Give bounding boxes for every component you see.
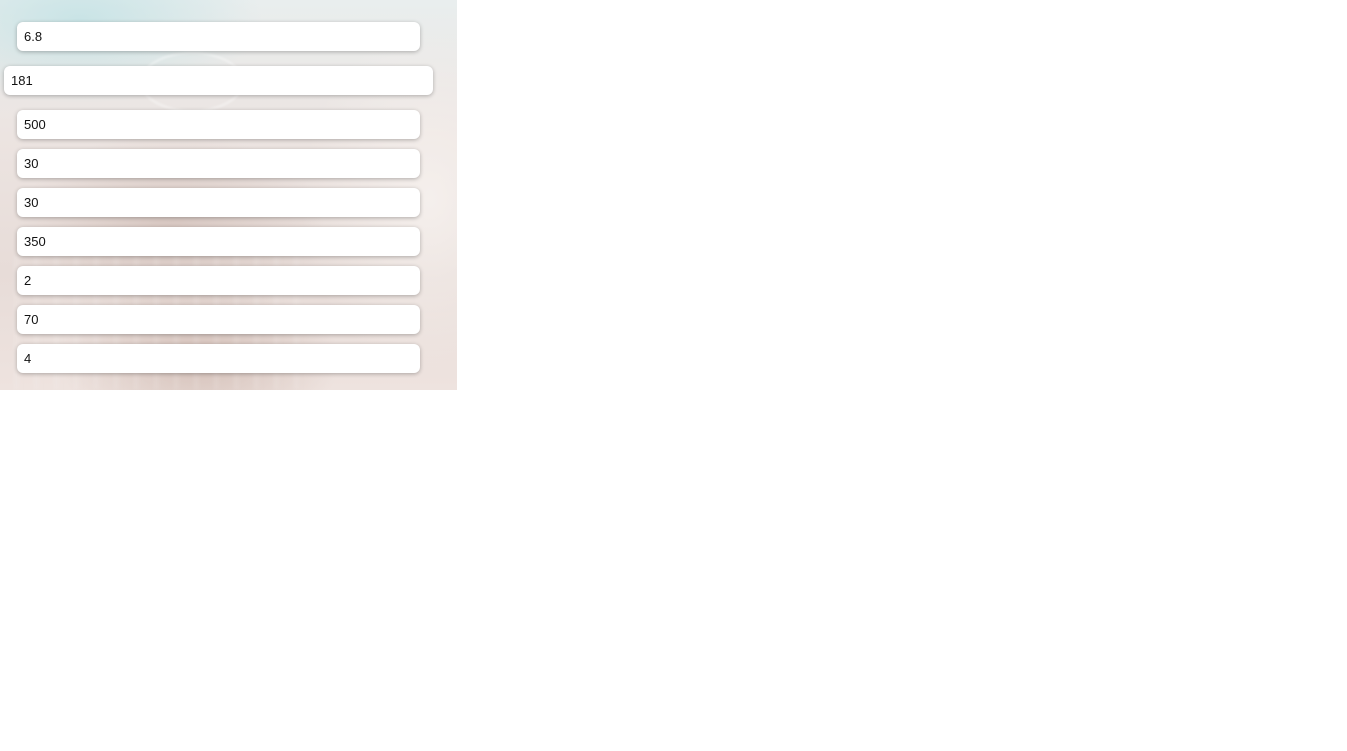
input-field-9[interactable]: 4 (17, 344, 420, 373)
input-field-1[interactable]: 6.8 (17, 22, 420, 51)
input-field-3[interactable]: 500 (17, 110, 420, 139)
input-field-8[interactable]: 70 (17, 305, 420, 334)
input-field-7[interactable]: 2 (17, 266, 420, 295)
input-field-5[interactable]: 30 (17, 188, 420, 217)
input-field-4[interactable]: 30 (17, 149, 420, 178)
form-panel: 6.8 181 500 30 30 350 2 70 4 (0, 0, 457, 390)
input-field-6[interactable]: 350 (17, 227, 420, 256)
input-field-2[interactable]: 181 (4, 66, 433, 95)
